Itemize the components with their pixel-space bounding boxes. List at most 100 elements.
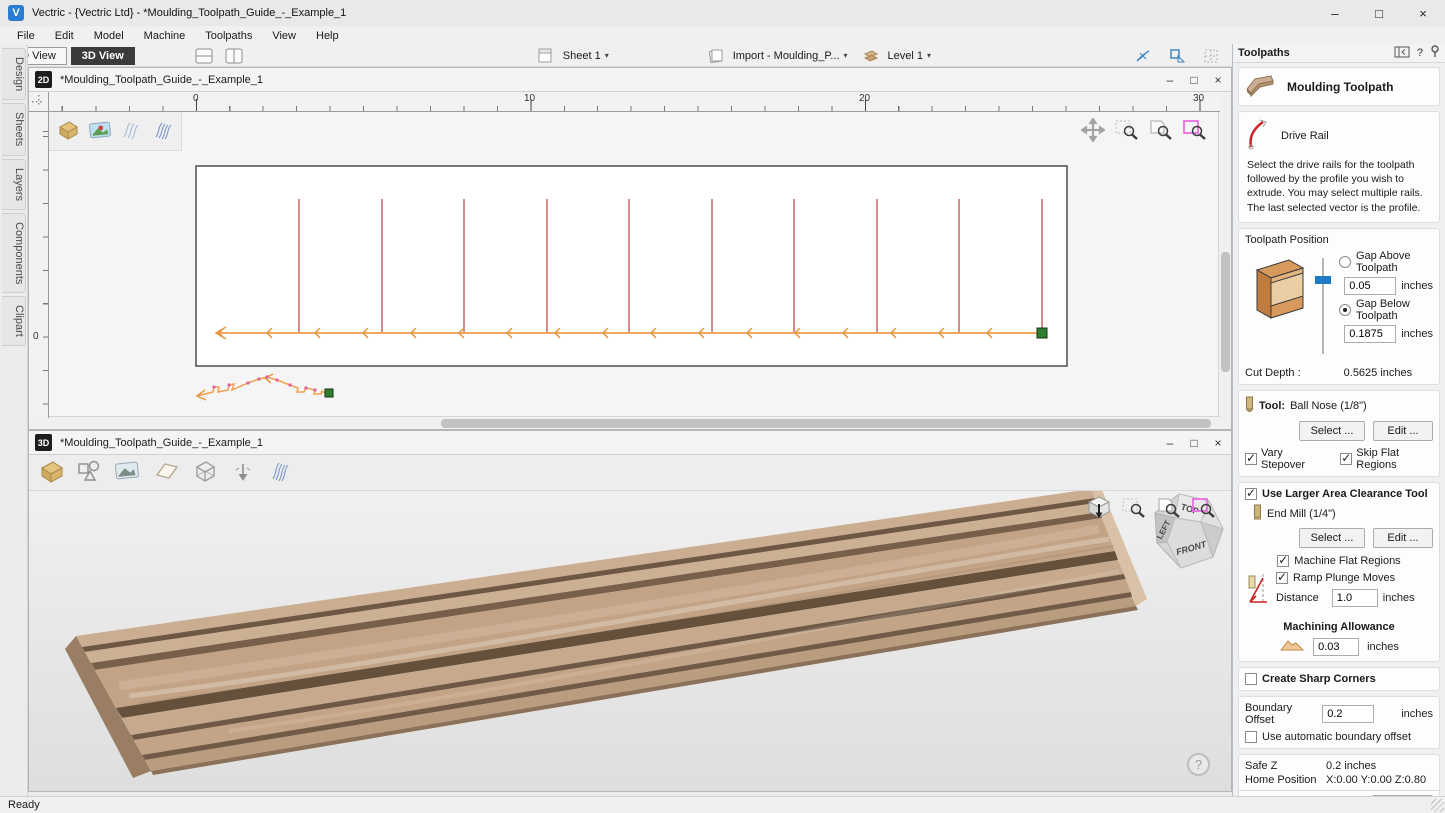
- job-info-card: Safe Z 0.2 inches Home Position X:0.00 Y…: [1238, 754, 1440, 796]
- clearance-edit-button[interactable]: Edit ...: [1373, 528, 1433, 548]
- use-clearance-tool-checkbox[interactable]: [1245, 488, 1257, 500]
- tool-edit-button[interactable]: Edit ...: [1373, 421, 1433, 441]
- sidebar-tab-sheets[interactable]: Sheets: [2, 103, 26, 155]
- ramp-plunge-label: Ramp Plunge Moves: [1293, 572, 1395, 584]
- help-button[interactable]: ?: [1187, 753, 1210, 776]
- import-dropdown[interactable]: Import - Moulding_P...▾: [733, 50, 848, 62]
- skip-flat-regions-checkbox[interactable]: [1340, 453, 1352, 465]
- toolpath-preview-icon[interactable]: [120, 119, 144, 144]
- distance-label: Distance: [1276, 592, 1319, 604]
- gap-above-unit: inches: [1401, 280, 1433, 292]
- grid-snap-icon[interactable]: [1200, 47, 1222, 65]
- material-block-icon[interactable]: [56, 119, 80, 144]
- vary-stepover-checkbox[interactable]: [1245, 453, 1257, 465]
- clearance-tool-card: Use Larger Area Clearance Tool End Mill …: [1238, 482, 1440, 662]
- zoom-drawing-icon[interactable]: [1155, 495, 1182, 521]
- sheet-dropdown[interactable]: Sheet 1▾: [563, 50, 609, 62]
- bitmap-image-icon[interactable]: [88, 120, 112, 143]
- sidebar-tab-layers[interactable]: Layers: [2, 159, 26, 210]
- menu-model[interactable]: Model: [85, 28, 133, 44]
- view-2d-maximize-button[interactable]: □: [1187, 73, 1201, 87]
- toolpaths-panel-body: Moulding Toolpath Drive Rail Select the …: [1233, 63, 1445, 796]
- ball-nose-tool-icon: [1245, 396, 1254, 417]
- toolpath-visibility-icon[interactable]: [267, 459, 295, 486]
- gap-below-radio[interactable]: [1339, 304, 1351, 316]
- menu-file[interactable]: File: [8, 28, 44, 44]
- maximize-button[interactable]: □: [1357, 0, 1401, 26]
- gap-above-radio[interactable]: [1339, 256, 1351, 268]
- view-2d-titlebar[interactable]: 2D *Moulding_Toolpath_Guide_-_Example_1 …: [29, 68, 1231, 92]
- menu-toolpaths[interactable]: Toolpaths: [196, 28, 261, 44]
- zoom-box-icon[interactable]: [1120, 495, 1147, 521]
- zoom-box-icon[interactable]: [1113, 117, 1140, 143]
- distance-input[interactable]: [1332, 589, 1378, 607]
- sidebar-tab-clipart[interactable]: Clipart: [2, 296, 26, 346]
- machining-allowance-input[interactable]: [1313, 638, 1359, 656]
- vertical-scroll-thumb[interactable]: [1221, 252, 1230, 372]
- zoom-selection-icon[interactable]: [1181, 117, 1208, 143]
- machine-flat-regions-checkbox[interactable]: [1277, 555, 1289, 567]
- sidebar-tab-design[interactable]: Design: [2, 48, 26, 100]
- close-button[interactable]: ×: [1401, 0, 1445, 26]
- chevron-down-icon: ▾: [927, 51, 931, 60]
- bitmap-image-icon[interactable]: [113, 459, 141, 486]
- ramp-plunge-checkbox[interactable]: [1276, 572, 1288, 584]
- tab-3d-view[interactable]: 3D View: [71, 47, 135, 65]
- sidebar-tab-components[interactable]: Components: [2, 213, 26, 293]
- origin-position-icon[interactable]: [229, 458, 257, 487]
- selection-end-node[interactable]: [1037, 328, 1047, 338]
- auto-boundary-checkbox[interactable]: [1245, 731, 1257, 743]
- position-slider-handle[interactable]: [1315, 276, 1331, 284]
- zoom-selection-icon[interactable]: [1190, 495, 1217, 521]
- material-plane-icon[interactable]: [151, 459, 181, 486]
- vertical-scrollbar-2d[interactable]: [1218, 112, 1231, 418]
- gap-below-input[interactable]: [1344, 325, 1396, 343]
- layout-horizontal-split-icon[interactable]: [193, 47, 215, 65]
- minimize-button[interactable]: –: [1313, 0, 1357, 26]
- canvas-3d[interactable]: TOP LEFT FRONT ?: [29, 491, 1231, 791]
- create-sharp-corners-checkbox[interactable]: [1245, 673, 1257, 685]
- level-dropdown[interactable]: Level 1▾: [888, 50, 932, 62]
- canvas-2d-toolbar: [49, 112, 182, 151]
- material-box-wireframe-icon[interactable]: [191, 458, 219, 487]
- profile-end-node[interactable]: [325, 389, 333, 397]
- view-3d-close-button[interactable]: ×: [1211, 436, 1225, 450]
- tool-select-button[interactable]: Select ...: [1299, 421, 1365, 441]
- gap-above-label: Gap Above Toolpath: [1356, 250, 1433, 274]
- boundary-offset-input[interactable]: [1322, 705, 1374, 723]
- cut-depth-label: Cut Depth :: [1245, 367, 1301, 379]
- clearance-select-button[interactable]: Select ...: [1299, 528, 1365, 548]
- view-3d-window: 3D *Moulding_Toolpath_Guide_-_Example_1 …: [28, 430, 1232, 792]
- material-block-icon[interactable]: [37, 458, 65, 487]
- view-2d-minimize-button[interactable]: –: [1163, 73, 1177, 87]
- view-2d-close-button[interactable]: ×: [1211, 73, 1225, 87]
- panel-help-icon[interactable]: ?: [1417, 47, 1423, 59]
- material-boundary: [196, 166, 1067, 366]
- menu-view[interactable]: View: [263, 28, 305, 44]
- collapse-panel-icon[interactable]: [1394, 46, 1410, 61]
- smart-snapping-icon[interactable]: [1166, 47, 1188, 65]
- snap-geometry-icon[interactable]: [1132, 47, 1154, 65]
- view-3d-title: *Moulding_Toolpath_Guide_-_Example_1: [60, 437, 263, 449]
- menu-edit[interactable]: Edit: [46, 28, 83, 44]
- resize-grip[interactable]: [1431, 799, 1444, 812]
- layout-vertical-split-icon[interactable]: [223, 47, 245, 65]
- vectric-logo-icon: V: [8, 5, 24, 21]
- menu-machine[interactable]: Machine: [135, 28, 195, 44]
- pin-panel-icon[interactable]: [1430, 45, 1440, 61]
- zoom-drawing-icon[interactable]: [1147, 117, 1174, 143]
- toolpath-drawing-icon[interactable]: [152, 119, 176, 144]
- vectors-visibility-icon[interactable]: [75, 458, 103, 487]
- horizontal-scroll-thumb[interactable]: [441, 419, 1211, 428]
- 3d-badge-icon: 3D: [35, 434, 52, 451]
- view-3d-titlebar[interactable]: 3D *Moulding_Toolpath_Guide_-_Example_1 …: [29, 431, 1231, 455]
- canvas-2d[interactable]: [49, 112, 1220, 418]
- view-3d-maximize-button[interactable]: □: [1187, 436, 1201, 450]
- pan-icon[interactable]: [1079, 117, 1106, 143]
- set-view-down-icon[interactable]: [1085, 495, 1112, 521]
- gap-above-input[interactable]: [1344, 277, 1396, 295]
- view-3d-minimize-button[interactable]: –: [1163, 436, 1177, 450]
- menu-help[interactable]: Help: [307, 28, 348, 44]
- position-slider[interactable]: [1314, 254, 1332, 361]
- horizontal-scrollbar-2d[interactable]: [49, 416, 1220, 429]
